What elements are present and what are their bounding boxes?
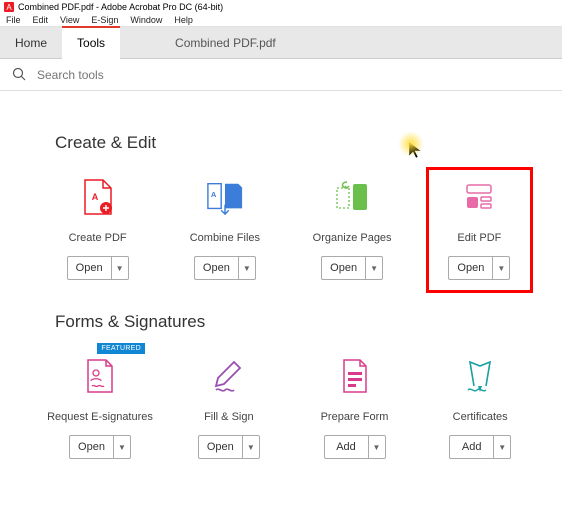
dropdown-button[interactable]: ▼ [113,435,131,459]
open-button[interactable]: Open [194,256,238,280]
prepare-form-icon [336,357,374,395]
svg-text:A: A [6,3,12,12]
tool-edit-pdf[interactable]: Edit PDF Open ▼ [437,178,522,282]
tool-create-pdf[interactable]: A Create PDF Open ▼ [55,178,140,282]
search-icon [12,67,27,82]
menu-view[interactable]: View [60,15,79,25]
combine-files-icon: A [206,178,244,216]
tab-tools[interactable]: Tools [62,26,120,59]
dropdown-button[interactable]: ▼ [492,256,510,280]
tool-request-esignatures[interactable]: FEATURED Request E-signatures Open ▼ [55,357,145,459]
dropdown-button[interactable]: ▼ [493,435,511,459]
tool-organize-pages[interactable]: Organize Pages Open ▼ [310,178,395,282]
tabs-row: Home Tools Combined PDF.pdf [0,26,562,59]
tab-home[interactable]: Home [0,26,62,59]
open-button[interactable]: Open [69,435,113,459]
edit-pdf-icon [460,178,498,216]
tool-prepare-form[interactable]: Prepare Form Add ▼ [313,357,397,459]
menu-bar: File Edit View E-Sign Window Help [0,14,562,26]
grid-forms-sigs: FEATURED Request E-signatures Open ▼ Fil… [55,357,522,459]
menu-file[interactable]: File [6,15,21,25]
request-esignatures-icon [81,357,119,395]
search-input[interactable] [37,68,550,82]
tool-label: Create PDF [69,232,127,244]
create-pdf-icon: A [79,178,117,216]
tool-label: Certificates [453,411,508,423]
tool-label: Combine Files [190,232,260,244]
tool-fill-sign[interactable]: Fill & Sign Open ▼ [187,357,271,459]
open-button[interactable]: Open [448,256,492,280]
certificates-icon [461,357,499,395]
search-row [0,59,562,91]
menu-edit[interactable]: Edit [33,15,49,25]
add-button[interactable]: Add [449,435,493,459]
svg-text:A: A [211,190,217,199]
tool-label: Organize Pages [313,232,392,244]
svg-text:A: A [91,192,98,202]
window-title: Combined PDF.pdf - Adobe Acrobat Pro DC … [18,2,223,12]
fill-sign-icon [210,357,248,395]
tool-label: Request E-signatures [47,411,153,423]
grid-create-edit: A Create PDF Open ▼ A Combine Files Open… [55,178,522,282]
section-forms-sigs: Forms & Signatures [55,312,522,332]
menu-window[interactable]: Window [130,15,162,25]
dropdown-button[interactable]: ▼ [242,435,260,459]
tool-label: Fill & Sign [204,411,254,423]
open-button[interactable]: Open [321,256,365,280]
title-bar: A Combined PDF.pdf - Adobe Acrobat Pro D… [0,0,562,14]
dropdown-button[interactable]: ▼ [238,256,256,280]
dropdown-button[interactable]: ▼ [368,435,386,459]
tool-label: Prepare Form [321,411,389,423]
open-button[interactable]: Open [198,435,242,459]
app-icon: A [4,2,14,12]
open-button[interactable]: Open [67,256,111,280]
menu-esign[interactable]: E-Sign [91,15,118,25]
tab-document[interactable]: Combined PDF.pdf [160,26,291,59]
menu-help[interactable]: Help [174,15,193,25]
section-create-edit: Create & Edit [55,133,522,153]
tool-label: Edit PDF [457,232,501,244]
dropdown-button[interactable]: ▼ [111,256,129,280]
featured-badge: FEATURED [97,343,145,354]
add-button[interactable]: Add [324,435,368,459]
dropdown-button[interactable]: ▼ [365,256,383,280]
organize-pages-icon [333,178,371,216]
tool-certificates[interactable]: Certificates Add ▼ [438,357,522,459]
tool-combine-files[interactable]: A Combine Files Open ▼ [182,178,267,282]
